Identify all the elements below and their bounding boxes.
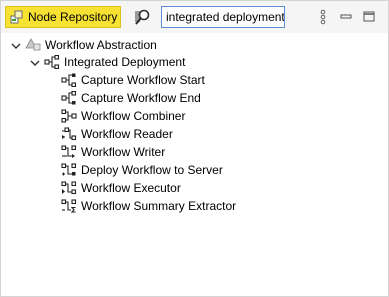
node-label: Workflow Executor [81,181,181,195]
workflow-writer-node-icon [61,145,77,159]
minimize-icon[interactable] [338,9,354,25]
node-repository-panel: Node Repository integrated deployment Wo… [0,0,389,297]
chevron-down-icon[interactable] [11,40,21,50]
capture-start-node-icon [61,73,77,88]
category-node-icon [44,54,60,70]
tree-node-capture-workflow-start[interactable]: Capture Workflow Start [61,71,205,89]
workflow-executor-node-icon [61,181,77,195]
workflow-reader-node-icon [61,127,77,141]
node-label: Deploy Workflow to Server [81,163,223,177]
tree-node-capture-workflow-end[interactable]: Capture Workflow End [61,89,201,107]
workflow-combiner-node-icon [61,109,77,123]
search-input[interactable]: integrated deployment [161,6,285,28]
capture-end-node-icon [61,90,77,105]
maximize-icon[interactable] [361,9,377,25]
node-label: Workflow Reader [81,127,173,141]
tree-item-label: Integrated Deployment [64,55,186,69]
chevron-down-icon[interactable] [30,57,40,67]
tree-node-deploy-workflow-to-server[interactable]: Deploy Workflow to Server [61,161,223,179]
node-label: Capture Workflow Start [81,73,205,87]
workflow-summary-node-icon [61,199,77,213]
view-menu-icon[interactable] [317,9,333,25]
node-repository-tab[interactable]: Node Repository [5,6,121,28]
tree-node-workflow-summary-extractor[interactable]: Workflow Summary Extractor [61,197,236,215]
node-label: Workflow Summary Extractor [81,199,237,213]
tree-item-integrated-deployment[interactable]: Integrated Deployment [30,53,185,71]
tree-item-label: Workflow Abstraction [45,38,157,52]
tree-node-workflow-combiner[interactable]: Workflow Combiner [61,107,185,125]
tree-item-workflow-abstraction[interactable]: Workflow Abstraction [11,36,157,54]
search-input-value: integrated deployment [166,10,285,24]
toolbar: Node Repository integrated deployment [1,1,388,33]
search-filter-icon[interactable] [132,7,152,27]
deploy-workflow-node-icon [61,163,77,177]
tree-node-workflow-reader[interactable]: Workflow Reader [61,125,173,143]
tab-label: Node Repository [28,10,118,24]
node-label: Workflow Combiner [81,109,186,123]
node-repository-icon [10,10,24,24]
category-icon [25,38,41,52]
node-label: Workflow Writer [81,145,166,159]
tree-node-workflow-executor[interactable]: Workflow Executor [61,179,181,197]
tree-node-workflow-writer[interactable]: Workflow Writer [61,143,165,161]
node-label: Capture Workflow End [81,91,201,105]
